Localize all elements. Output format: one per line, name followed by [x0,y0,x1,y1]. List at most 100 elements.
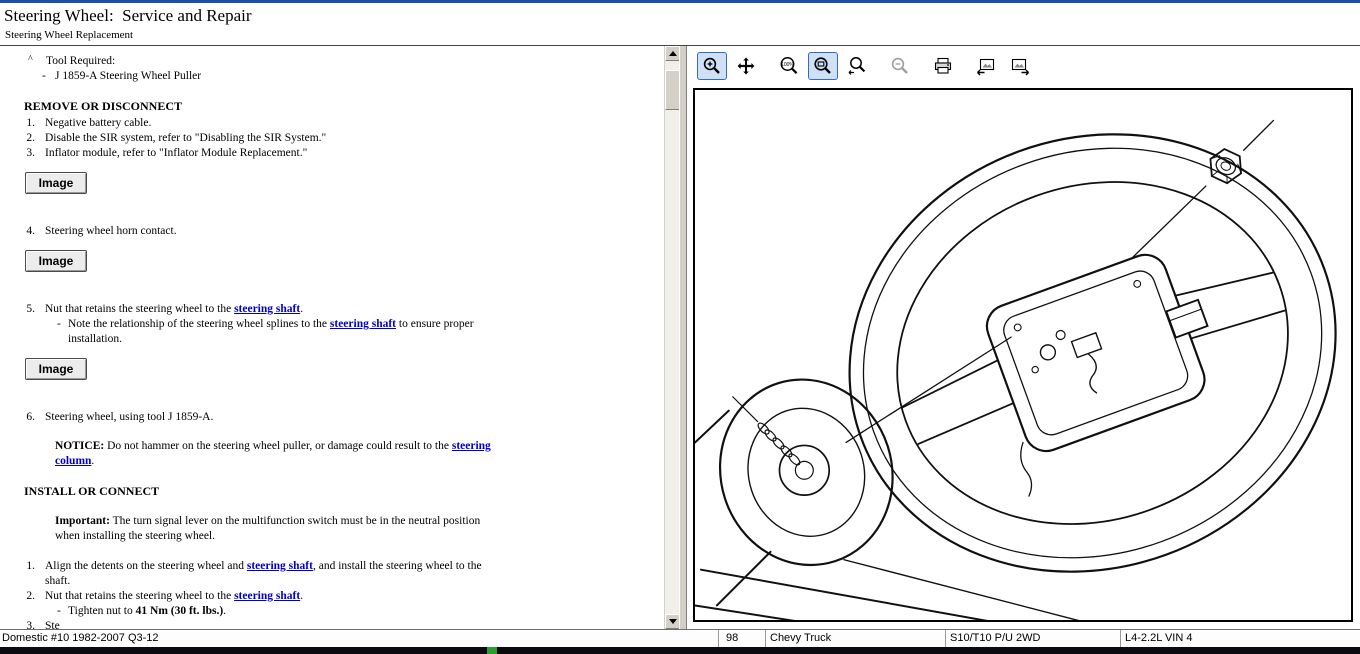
dash-bullet: - [55,317,68,347]
step-text: Steering wheel, using tool J 1859-A. [45,410,213,425]
status-database: Domestic #10 1982-2007 Q3-12 [0,630,719,647]
remove-step-1: 1. Negative battery cable. [20,116,664,131]
dash-bullet: - [42,69,55,84]
zoom-actual-icon: 100% [778,56,800,76]
step-text-segment: Align the detents on the steering wheel … [45,560,247,572]
step-text: Nut that retains the steering wheel to t… [45,589,303,604]
doc-scrollbar[interactable] [664,46,679,629]
step-text-segment: Nut that retains the steering wheel to t… [45,590,234,602]
panel-splitter[interactable] [679,46,687,629]
step-text-segment: . [300,590,303,602]
previous-image-icon [975,56,997,76]
step-number: 6. [20,410,45,425]
status-bar: Domestic #10 1982-2007 Q3-12 98 Chevy Tr… [0,629,1360,647]
notice-paragraph: NOTICE: Do not hammer on the steering wh… [55,439,505,469]
document-header: Steering Wheel: Service and Repair Steer… [0,3,1360,46]
steering-wheel-illustration [695,90,1351,620]
step-text: Steering wheel horn contact. [45,224,177,239]
print-button[interactable] [928,52,958,80]
important-label: Important: [55,515,110,527]
remove-step-3: 3. Inflator module, refer to "Inflator M… [20,146,664,161]
scrollbar-thumb[interactable] [665,70,680,110]
fit-window-button[interactable] [808,52,838,80]
step-text-segment: . [300,303,303,315]
image-button-3[interactable]: Image [25,358,87,380]
image-toolbar: 100% [697,50,1039,82]
image-button-2[interactable]: Image [25,250,87,272]
tool-required-label: Tool Required: [46,54,664,69]
zoom-out-button[interactable] [885,52,915,80]
status-engine: L4-2.2L VIN 4 [1121,630,1360,647]
step-text: Ste [45,619,60,629]
remove-step-4: 4. Steering wheel horn contact. [20,224,664,239]
previous-image-button[interactable] [971,52,1001,80]
zoom-dynamic-button[interactable] [842,52,872,80]
service-manual-window: Steering Wheel: Service and Repair Steer… [0,0,1360,654]
image-button-1[interactable]: Image [25,172,87,194]
scrollbar-up-button[interactable] [665,46,680,61]
step-text: Negative battery cable. [45,116,151,131]
install-step-3-clipped: 3. Ste [20,619,664,629]
tool-required-item: - J 1859-A Steering Wheel Puller [42,69,664,84]
substep-text: Note the relationship of the steering wh… [68,317,488,347]
collapse-marker[interactable]: ^ [28,54,33,66]
procedure-text-panel: ^ Tool Required: - J 1859-A Steering Whe… [0,46,664,629]
zoom-dynamic-icon [846,56,868,76]
substep-text: Tighten nut to 41 Nm (30 ft. lbs.). [68,604,226,619]
taskbar-strip [0,647,1360,654]
page-subtitle: Steering Wheel Replacement [5,29,1360,41]
taskbar-icon-fragment [487,647,497,654]
svg-text:100%: 100% [781,62,794,68]
step-text: Disable the SIR system, refer to "Disabl… [45,131,326,146]
steering-shaft-link[interactable]: steering shaft [247,560,313,572]
torque-value: 41 Nm (30 ft. lbs.) [136,605,224,617]
status-page-number: 98 [719,630,766,647]
remove-step-5-note: - Note the relationship of the steering … [55,317,664,347]
step-text-segment: . [223,605,226,617]
install-step-2-sub: - Tighten nut to 41 Nm (30 ft. lbs.). [55,604,664,619]
step-text: Inflator module, refer to "Inflator Modu… [45,146,307,161]
notice-label: NOTICE: [55,440,104,452]
status-model: S10/T10 P/U 2WD [946,630,1121,647]
remove-heading: REMOVE OR DISCONNECT [24,99,664,114]
tool-item-text: J 1859-A Steering Wheel Puller [55,69,201,84]
next-image-icon [1009,56,1031,76]
page-title: Steering Wheel: Service and Repair [4,6,1360,26]
pan-icon [735,56,757,76]
install-step-2: 2. Nut that retains the steering wheel t… [20,589,664,604]
zoom-in-icon [701,56,723,76]
step-text-segment: Nut that retains the steering wheel to t… [45,303,234,315]
remove-step-6: 6. Steering wheel, using tool J 1859-A. [20,410,664,425]
step-text-segment: Tighten nut to [68,605,136,617]
step-number: 2. [20,589,45,604]
scroll-up-icon [669,51,677,56]
important-text: The turn signal lever on the multifuncti… [55,515,480,542]
print-icon [932,56,954,76]
remove-step-5: 5. Nut that retains the steering wheel t… [20,302,664,317]
dash-bullet: - [55,604,68,619]
pan-button[interactable] [731,52,761,80]
zoom-in-button[interactable] [697,52,727,80]
step-text: Align the detents on the steering wheel … [45,559,495,589]
scroll-down-icon [669,619,677,624]
zoom-out-icon [889,56,911,76]
scrollbar-down-button[interactable] [665,614,680,629]
step-number: 1. [20,559,45,589]
next-image-button[interactable] [1005,52,1035,80]
steering-shaft-link[interactable]: steering shaft [234,303,300,315]
step-number: 5. [20,302,45,317]
step-number: 1. [20,116,45,131]
remove-step-2: 2. Disable the SIR system, refer to "Dis… [20,131,664,146]
steering-shaft-link[interactable]: steering shaft [234,590,300,602]
notice-text-end: . [91,455,94,467]
illustration-panel: 100% [687,46,1360,629]
steering-shaft-link[interactable]: steering shaft [330,318,396,330]
step-number: 3. [20,146,45,161]
step-number: 4. [20,224,45,239]
zoom-actual-button[interactable]: 100% [774,52,804,80]
notice-text: Do not hammer on the steering wheel pull… [104,440,452,452]
important-paragraph: Important: The turn signal lever on the … [55,514,505,544]
step-text-segment: Note the relationship of the steering wh… [68,318,330,330]
status-make: Chevy Truck [766,630,946,647]
install-step-1: 1. Align the detents on the steering whe… [20,559,664,589]
